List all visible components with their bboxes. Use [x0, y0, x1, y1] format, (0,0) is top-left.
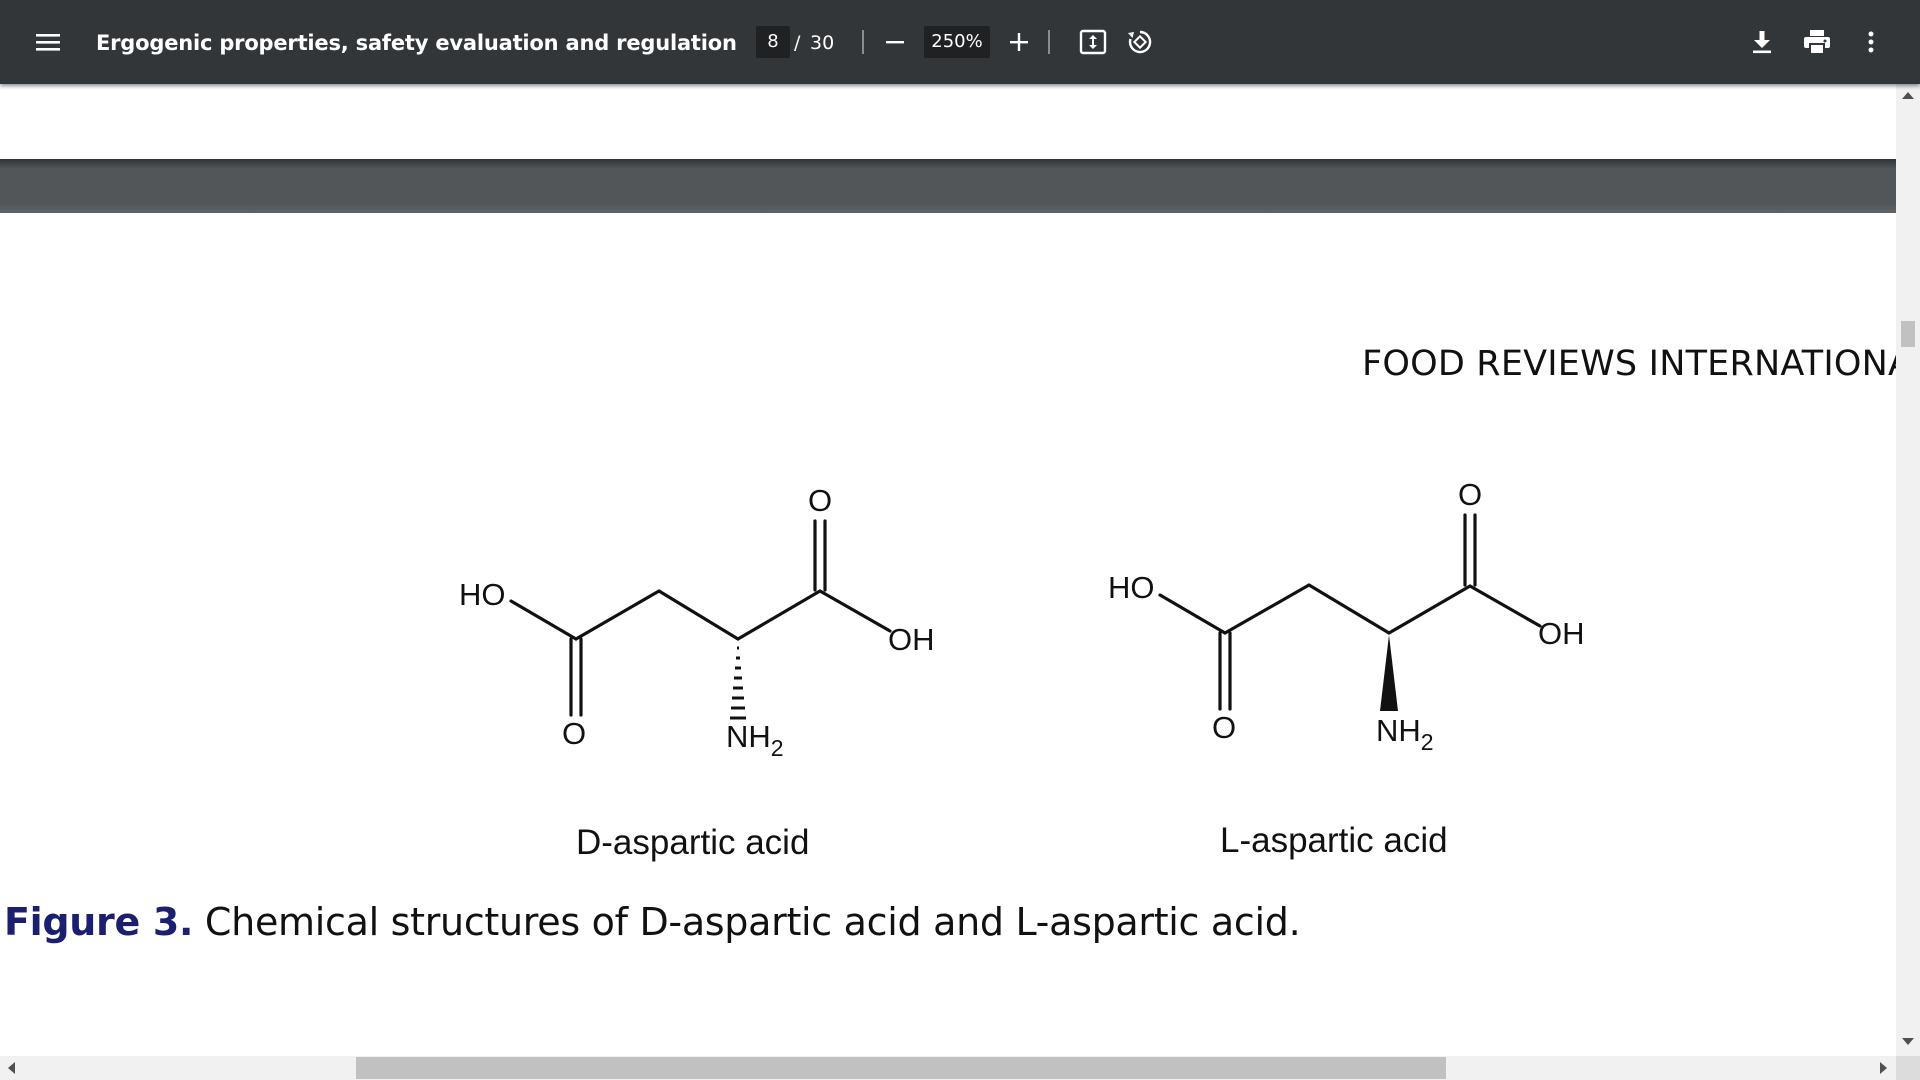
print-button[interactable]	[1799, 24, 1835, 60]
l-nh2-label: NH2	[1376, 713, 1434, 755]
document-title: Ergogenic properties, safety evaluation …	[96, 31, 736, 55]
l-aspartic-solid-wedge	[1380, 635, 1398, 711]
rotate-icon	[1128, 30, 1152, 54]
d-ho-label: HO	[459, 577, 506, 612]
l-aspartic-acid-name: L-aspartic acid	[1220, 821, 1448, 860]
minus-icon	[886, 41, 904, 44]
figure-caption-text: Chemical structures of D-aspartic acid a…	[193, 900, 1301, 944]
l-nh-subscript: 2	[1421, 729, 1434, 755]
scroll-right-arrow-icon[interactable]	[1880, 1062, 1887, 1074]
vertical-scrollbar[interactable]	[1896, 84, 1920, 1056]
d-o-bottom-label: O	[562, 716, 586, 751]
page-total: 30	[810, 32, 835, 54]
rotate-button[interactable]	[1122, 24, 1158, 60]
download-button[interactable]	[1744, 24, 1780, 60]
figure-label: Figure 3.	[4, 900, 194, 944]
pdf-toolbar: Ergogenic properties, safety evaluation …	[0, 0, 1920, 84]
zoom-level-input[interactable]: 250%	[924, 26, 990, 58]
download-icon	[1753, 31, 1771, 54]
plus-icon	[1010, 33, 1028, 51]
d-aspartic-hashed-wedge	[730, 646, 746, 720]
more-actions-button[interactable]	[1853, 24, 1889, 60]
document-viewport[interactable]: FOOD REVIEWS INTERNATIONAL HO OH O O NH2…	[0, 84, 1896, 1056]
page-separator: /	[794, 32, 801, 54]
l-nh-text: NH	[1376, 713, 1421, 748]
menu-button[interactable]	[30, 22, 66, 62]
zoom-out-button[interactable]	[878, 24, 912, 60]
l-ho-label: HO	[1108, 570, 1155, 605]
vertical-scroll-thumb[interactable]	[1901, 321, 1915, 347]
d-nh-subscript: 2	[771, 735, 784, 761]
page-number-input[interactable]: 8	[756, 26, 790, 58]
scroll-left-arrow-icon[interactable]	[8, 1062, 15, 1074]
zoom-in-button[interactable]	[1002, 24, 1036, 60]
l-oh-label: OH	[1538, 616, 1585, 651]
l-o-top-label: O	[1458, 477, 1482, 512]
more-vertical-icon	[1868, 31, 1874, 53]
d-aspartic-acid-structure	[509, 519, 892, 717]
toolbar-divider	[862, 30, 864, 54]
d-nh2-label: NH2	[726, 719, 784, 761]
horizontal-scroll-thumb[interactable]	[356, 1057, 1446, 1079]
fit-to-page-icon	[1079, 29, 1107, 55]
scroll-down-arrow-icon[interactable]	[1902, 1038, 1914, 1045]
d-aspartic-acid-name: D-aspartic acid	[576, 823, 809, 862]
print-icon	[1804, 30, 1830, 55]
scroll-up-arrow-icon[interactable]	[1902, 92, 1914, 99]
l-o-bottom-label: O	[1212, 710, 1236, 745]
figure-caption: Figure 3. Chemical structures of D-aspar…	[4, 900, 1301, 944]
l-aspartic-acid-structure	[1158, 513, 1542, 711]
fit-to-page-button[interactable]	[1075, 24, 1111, 60]
d-oh-label: OH	[888, 622, 935, 657]
d-nh-text: NH	[726, 719, 771, 754]
scrollbar-corner	[1896, 1056, 1920, 1080]
hamburger-menu-icon	[36, 34, 60, 51]
horizontal-scrollbar[interactable]	[0, 1056, 1896, 1080]
toolbar-divider	[1048, 30, 1050, 54]
d-o-top-label: O	[808, 483, 832, 518]
